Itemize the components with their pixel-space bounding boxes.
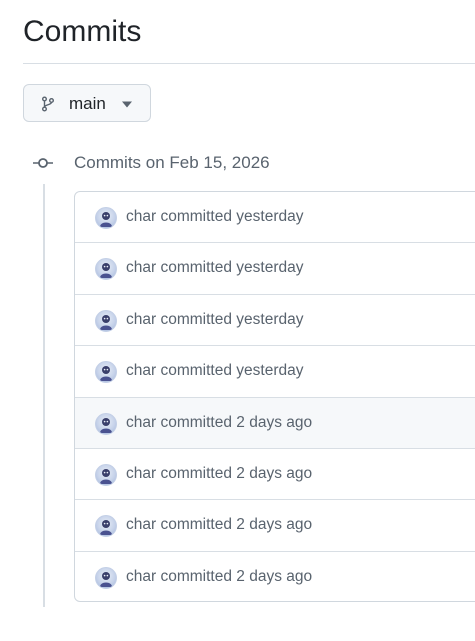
avatar[interactable] bbox=[95, 258, 117, 281]
commit-meta: char committed yesterday bbox=[126, 207, 303, 227]
avatar[interactable] bbox=[95, 412, 117, 435]
git-commit-icon bbox=[33, 158, 53, 168]
title-divider bbox=[23, 63, 475, 64]
commit-action: committed bbox=[160, 464, 232, 482]
avatar[interactable] bbox=[95, 566, 117, 589]
commit-action: committed bbox=[160, 567, 232, 585]
commit-author-link[interactable]: char bbox=[126, 465, 156, 482]
avatar-image-icon bbox=[100, 468, 112, 484]
commit-list: char committed yesterday char committed y… bbox=[74, 191, 475, 602]
avatar-image-icon bbox=[100, 571, 112, 587]
commit-action: committed bbox=[160, 413, 232, 431]
commit-author-link[interactable]: char bbox=[126, 259, 156, 276]
branch-name: main bbox=[69, 94, 106, 113]
page-title: Commits bbox=[23, 15, 142, 48]
commit-row[interactable]: char committed 2 days ago bbox=[75, 552, 475, 601]
avatar[interactable] bbox=[95, 361, 117, 384]
commit-action: committed bbox=[160, 516, 232, 534]
commit-row[interactable]: char committed 2 days ago bbox=[75, 500, 475, 552]
commit-meta: char committed 2 days ago bbox=[126, 515, 312, 535]
commit-row[interactable]: char committed 2 days ago bbox=[75, 397, 475, 449]
avatar[interactable] bbox=[95, 207, 117, 229]
commit-time: 2 days ago bbox=[236, 413, 313, 431]
commit-author-link[interactable]: char bbox=[126, 311, 156, 328]
commit-action: committed bbox=[160, 208, 232, 225]
avatar-image-icon bbox=[100, 366, 112, 382]
commit-meta: char committed 2 days ago bbox=[126, 567, 312, 587]
commit-action: committed bbox=[160, 259, 232, 277]
git-branch-icon bbox=[42, 96, 54, 112]
commit-row[interactable]: char committed yesterday bbox=[75, 192, 475, 244]
commit-meta: char committed 2 days ago bbox=[126, 413, 312, 433]
commit-author-link[interactable]: char bbox=[126, 208, 156, 225]
commit-author-link[interactable]: char bbox=[126, 568, 156, 585]
avatar[interactable] bbox=[95, 515, 117, 538]
commit-row[interactable]: char committed 2 days ago bbox=[75, 449, 475, 501]
commit-time: yesterday bbox=[236, 259, 304, 277]
commit-time: 2 days ago bbox=[236, 464, 313, 482]
commit-meta: char committed 2 days ago bbox=[126, 464, 312, 484]
commit-time: yesterday bbox=[236, 310, 304, 328]
commit-action: committed bbox=[160, 362, 232, 380]
commit-action: committed bbox=[160, 310, 232, 328]
avatar-image-icon bbox=[100, 212, 112, 227]
commit-author-link[interactable]: char bbox=[126, 516, 156, 533]
commits-page: Commits main Commits on Feb 15, 2026 cha… bbox=[0, 0, 475, 641]
timeline-line bbox=[43, 184, 45, 607]
avatar-image-icon bbox=[100, 314, 112, 330]
commit-author-link[interactable]: char bbox=[126, 414, 156, 431]
avatar[interactable] bbox=[95, 463, 117, 486]
commit-author-link[interactable]: char bbox=[126, 362, 156, 379]
commit-row[interactable]: char committed yesterday bbox=[75, 346, 475, 398]
commit-meta: char committed yesterday bbox=[126, 310, 303, 330]
commit-row[interactable]: char committed yesterday bbox=[75, 243, 475, 295]
avatar-image-icon bbox=[100, 520, 112, 536]
commit-meta: char committed yesterday bbox=[126, 361, 303, 381]
commit-time: yesterday bbox=[236, 362, 304, 380]
avatar-image-icon bbox=[100, 263, 112, 279]
commit-time: 2 days ago bbox=[236, 567, 313, 585]
commit-row[interactable]: char committed yesterday bbox=[75, 295, 475, 347]
branch-selector-button[interactable]: main bbox=[23, 84, 151, 122]
avatar-image-icon bbox=[100, 417, 112, 433]
commit-time: 2 days ago bbox=[236, 516, 313, 534]
commit-group-heading: Commits on Feb 15, 2026 bbox=[74, 153, 270, 172]
triangle-down-icon bbox=[122, 101, 132, 108]
commit-time: yesterday bbox=[236, 208, 304, 225]
avatar[interactable] bbox=[95, 309, 117, 332]
commit-meta: char committed yesterday bbox=[126, 258, 303, 278]
